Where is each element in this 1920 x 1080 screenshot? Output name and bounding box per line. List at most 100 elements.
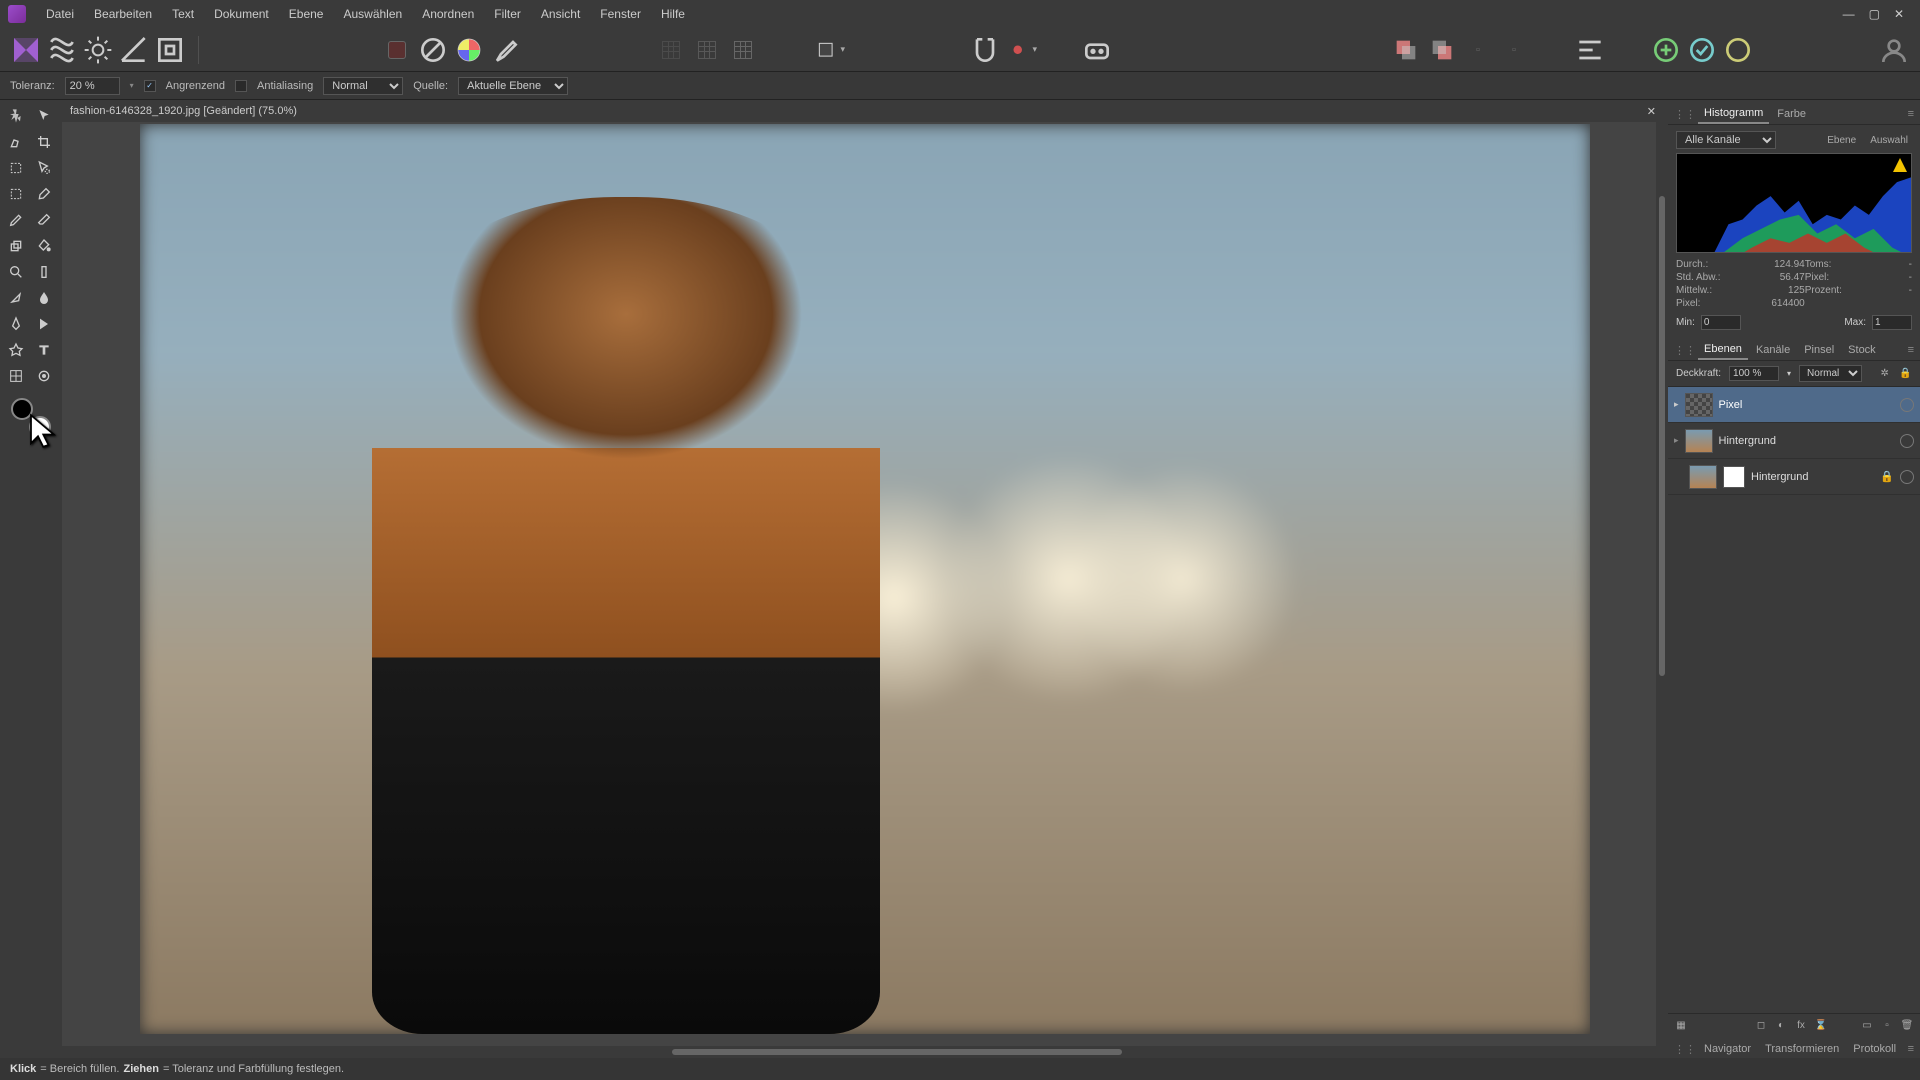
layer-thumbnail[interactable]	[1689, 465, 1717, 489]
account-icon[interactable]	[1878, 34, 1910, 66]
fx-layer-icon[interactable]: fx	[1794, 1018, 1808, 1032]
dodge-tool[interactable]	[3, 286, 29, 310]
arrange-forward-icon[interactable]: ▫	[1462, 34, 1494, 66]
visibility-toggle[interactable]	[1900, 470, 1914, 484]
panel-menu-icon[interactable]: ≡	[1908, 1043, 1914, 1055]
menu-dokument[interactable]: Dokument	[204, 3, 279, 25]
group-layers-icon[interactable]: ▭	[1860, 1018, 1874, 1032]
align-right-icon[interactable]	[727, 34, 759, 66]
maximize-icon[interactable]: ▢	[1869, 7, 1880, 21]
menu-fenster[interactable]: Fenster	[590, 3, 651, 25]
pen-tool[interactable]	[3, 312, 29, 336]
color-wheel-icon[interactable]	[453, 34, 485, 66]
tab-transformieren[interactable]: Transformieren	[1759, 1040, 1845, 1058]
menu-anordnen[interactable]: Anordnen	[412, 3, 484, 25]
align-center-icon[interactable]	[691, 34, 723, 66]
close-icon[interactable]: ✕	[1894, 7, 1904, 21]
marquee-tool[interactable]	[3, 156, 29, 180]
delete-layer-icon[interactable]: 🗑	[1900, 1018, 1914, 1032]
add-pixel-layer-icon[interactable]: ▫	[1880, 1018, 1894, 1032]
menu-ebene[interactable]: Ebene	[279, 3, 334, 25]
crop-tool[interactable]	[31, 130, 57, 154]
layer-mask-thumbnail[interactable]	[1723, 466, 1745, 488]
anchor-button[interactable]: ▾	[813, 34, 845, 66]
snap-icon[interactable]	[969, 34, 1001, 66]
menu-text[interactable]: Text	[162, 3, 204, 25]
flood-fill-tool[interactable]	[31, 234, 57, 258]
mesh-warp-tool[interactable]	[3, 364, 29, 388]
tab-pinsel[interactable]: Pinsel	[1798, 341, 1840, 359]
clone-tool[interactable]	[3, 234, 29, 258]
tolerance-input[interactable]	[65, 77, 120, 95]
text-tool[interactable]	[31, 338, 57, 362]
layer-row[interactable]: ▸ Hintergrund	[1668, 423, 1920, 459]
gradient-tool[interactable]	[31, 260, 57, 284]
tab-farbe[interactable]: Farbe	[1771, 105, 1812, 123]
layer-thumbnail[interactable]	[1685, 393, 1713, 417]
document-canvas[interactable]	[140, 124, 1590, 1034]
menu-hilfe[interactable]: Hilfe	[651, 3, 695, 25]
layer-name[interactable]: Hintergrund	[1719, 435, 1894, 447]
blend-mode-select[interactable]: Normal	[323, 77, 403, 95]
assistant-icon[interactable]	[1081, 34, 1113, 66]
layer-row[interactable]: ▸ Pixel	[1668, 387, 1920, 423]
live-filter-icon[interactable]: ⌛	[1814, 1018, 1828, 1032]
opacity-input[interactable]	[1729, 366, 1779, 381]
expand-icon[interactable]: ▸	[1674, 435, 1679, 446]
persona-tone-icon[interactable]	[118, 34, 150, 66]
tab-ebenen[interactable]: Ebenen	[1698, 340, 1748, 360]
layer-thumbnail[interactable]	[1685, 429, 1713, 453]
paint-brush-tool[interactable]	[31, 182, 57, 206]
sync-update-icon[interactable]	[1686, 34, 1718, 66]
antialias-checkbox[interactable]	[235, 80, 247, 92]
eyedropper-tool-icon[interactable]	[489, 34, 521, 66]
background-swatch[interactable]	[29, 416, 51, 438]
visibility-toggle[interactable]	[1900, 398, 1914, 412]
color-picker-tool[interactable]	[31, 364, 57, 388]
flood-select-tool[interactable]	[31, 156, 57, 180]
adjustment-layer-icon[interactable]: ◐	[1774, 1018, 1788, 1032]
menu-datei[interactable]: Datei	[36, 3, 84, 25]
sync-settings-icon[interactable]	[1722, 34, 1754, 66]
no-fill-icon[interactable]	[417, 34, 449, 66]
persona-export-icon[interactable]	[154, 34, 186, 66]
tab-navigator[interactable]: Navigator	[1698, 1040, 1757, 1058]
sync-add-icon[interactable]	[1650, 34, 1682, 66]
distribute-icon[interactable]	[1574, 34, 1606, 66]
freehand-select-tool[interactable]	[3, 182, 29, 206]
arrange-back-icon[interactable]	[1426, 34, 1458, 66]
lock-icon[interactable]: 🔒	[1880, 470, 1894, 484]
snap-options-icon[interactable]: ▾	[1005, 34, 1037, 66]
persona-photo-icon[interactable]	[10, 34, 42, 66]
expand-icon[interactable]: ▸	[1674, 399, 1679, 410]
arrange-backward-icon[interactable]: ▫	[1498, 34, 1530, 66]
menu-bearbeiten[interactable]: Bearbeiten	[84, 3, 162, 25]
node-tool[interactable]	[31, 312, 57, 336]
vertical-scrollbar[interactable]	[1656, 122, 1668, 1046]
arrange-front-icon[interactable]	[1390, 34, 1422, 66]
foreground-swatch[interactable]	[11, 398, 33, 420]
layer-name[interactable]: Pixel	[1719, 399, 1894, 411]
erase-tool[interactable]	[31, 208, 57, 232]
smudge-tool[interactable]	[31, 286, 57, 310]
menu-ansicht[interactable]: Ansicht	[531, 3, 590, 25]
tab-kanaele[interactable]: Kanäle	[1750, 341, 1796, 359]
max-input[interactable]	[1872, 315, 1912, 330]
persona-develop-icon[interactable]	[82, 34, 114, 66]
layer-fx-icon[interactable]: ✲	[1878, 367, 1891, 381]
tab-histogramm[interactable]: Histogramm	[1698, 104, 1769, 124]
layer-name[interactable]: Hintergrund	[1751, 471, 1874, 483]
layer-row[interactable]: Hintergrund 🔒	[1668, 459, 1920, 495]
tab-close-icon[interactable]: ✕	[1647, 105, 1656, 118]
minimize-icon[interactable]: —	[1843, 7, 1855, 21]
horizontal-scrollbar[interactable]	[62, 1046, 1668, 1058]
min-input[interactable]	[1701, 315, 1741, 330]
view-tool[interactable]	[3, 104, 29, 128]
layer-lock-icon[interactable]: 🔒	[1899, 367, 1912, 381]
visibility-toggle[interactable]	[1900, 434, 1914, 448]
move-tool[interactable]	[31, 104, 57, 128]
selection-brush-tool[interactable]	[3, 130, 29, 154]
align-left-icon[interactable]	[655, 34, 687, 66]
menu-filter[interactable]: Filter	[484, 3, 531, 25]
zoom-tool[interactable]	[3, 260, 29, 284]
